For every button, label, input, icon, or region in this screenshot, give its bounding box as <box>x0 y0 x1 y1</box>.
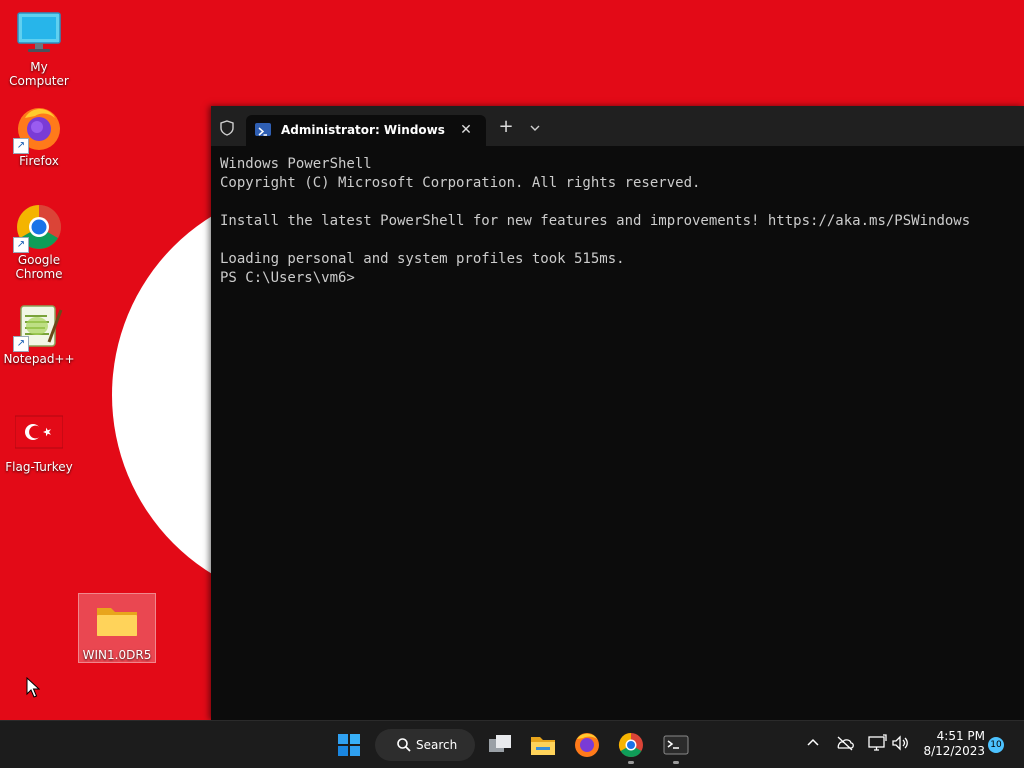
task-view-icon <box>489 735 511 752</box>
desktop-icon-label: My Computer <box>9 60 69 88</box>
taskbar: Search 4:51 PM 8/12/2023 10 <box>0 720 1024 768</box>
powershell-icon <box>255 123 271 136</box>
taskbar-firefox[interactable] <box>571 729 603 761</box>
taskbar-search[interactable]: Search <box>375 729 475 761</box>
shortcut-arrow-icon: ↗ <box>13 336 29 352</box>
start-button[interactable] <box>333 729 365 761</box>
desktop-icon-folder-win10dr5[interactable]: WIN1.0DR5 <box>78 598 156 662</box>
desktop-icon-label: Firefox <box>19 154 59 168</box>
folder-icon <box>93 598 141 646</box>
terminal-titlebar[interactable]: Administrator: Windows PowerShell ✕ + <box>211 106 1024 146</box>
tab-title: Administrator: Windows PowerShell <box>281 123 446 137</box>
terminal-output[interactable]: Windows PowerShell Copyright (C) Microsof… <box>220 155 1020 288</box>
desktop-icon-flag-turkey[interactable]: Flag-Turkey <box>0 410 78 474</box>
search-icon <box>397 738 411 752</box>
terminal-icon <box>663 735 689 755</box>
console-prompt[interactable]: PS C:\Users\vm6> <box>220 269 1020 288</box>
desktop-icon-label: Notepad++ <box>3 352 75 366</box>
console-line: Loading personal and system profiles too… <box>220 251 625 267</box>
chevron-down-icon[interactable] <box>526 119 544 137</box>
network-icon[interactable] <box>865 731 889 755</box>
terminal-window[interactable]: Administrator: Windows PowerShell ✕ + Wi… <box>211 106 1024 720</box>
taskbar-clock[interactable]: 4:51 PM 8/12/2023 <box>915 729 985 759</box>
notification-badge[interactable]: 10 <box>988 737 1004 753</box>
search-label: Search <box>416 738 458 752</box>
volume-icon[interactable] <box>889 731 913 755</box>
task-view-button[interactable] <box>484 729 516 761</box>
firefox-icon: ↗ <box>13 104 63 154</box>
clock-date: 8/12/2023 <box>923 744 985 758</box>
notepadpp-icon: ↗ <box>13 302 63 352</box>
turkey-flag-icon <box>14 410 64 458</box>
taskbar-chrome[interactable] <box>615 729 647 764</box>
console-line: Copyright (C) Microsoft Corporation. All… <box>220 175 701 191</box>
shortcut-arrow-icon: ↗ <box>13 237 29 253</box>
chrome-icon: ↗ <box>13 203 63 253</box>
desktop-icon-label: WIN1.0DR5 <box>82 648 152 662</box>
windows-logo-icon <box>338 734 360 756</box>
taskbar-terminal[interactable] <box>660 729 692 764</box>
monitor-icon <box>15 10 63 58</box>
new-tab-button[interactable]: + <box>496 117 516 137</box>
desktop-icon-notepadpp[interactable]: ↗ Notepad++ <box>0 302 78 366</box>
running-indicator <box>628 761 634 764</box>
shortcut-arrow-icon: ↗ <box>13 138 29 154</box>
running-indicator <box>673 761 679 764</box>
taskbar-file-explorer[interactable] <box>527 729 559 761</box>
close-tab-button[interactable]: ✕ <box>456 120 476 140</box>
mouse-pointer-icon <box>26 677 40 698</box>
shield-icon <box>220 120 234 136</box>
chevron-up-icon[interactable] <box>801 731 825 755</box>
desktop-icon-my-computer[interactable]: My Computer <box>0 10 78 88</box>
onedrive-offline-icon[interactable] <box>833 731 857 755</box>
desktop-icon-label: Google Chrome <box>15 253 63 281</box>
folder-icon <box>531 737 555 755</box>
desktop-icon-chrome[interactable]: ↗ Google Chrome <box>0 203 78 281</box>
chrome-icon <box>618 733 643 758</box>
desktop-icon-label: Flag-Turkey <box>5 460 73 474</box>
firefox-icon <box>575 733 599 757</box>
clock-time: 4:51 PM <box>936 729 985 743</box>
tab-powershell[interactable]: Administrator: Windows PowerShell ✕ <box>246 115 486 146</box>
desktop-icon-firefox[interactable]: ↗ Firefox <box>0 104 78 168</box>
console-line: Windows PowerShell <box>220 156 372 172</box>
console-line: Install the latest PowerShell for new fe… <box>220 213 971 229</box>
